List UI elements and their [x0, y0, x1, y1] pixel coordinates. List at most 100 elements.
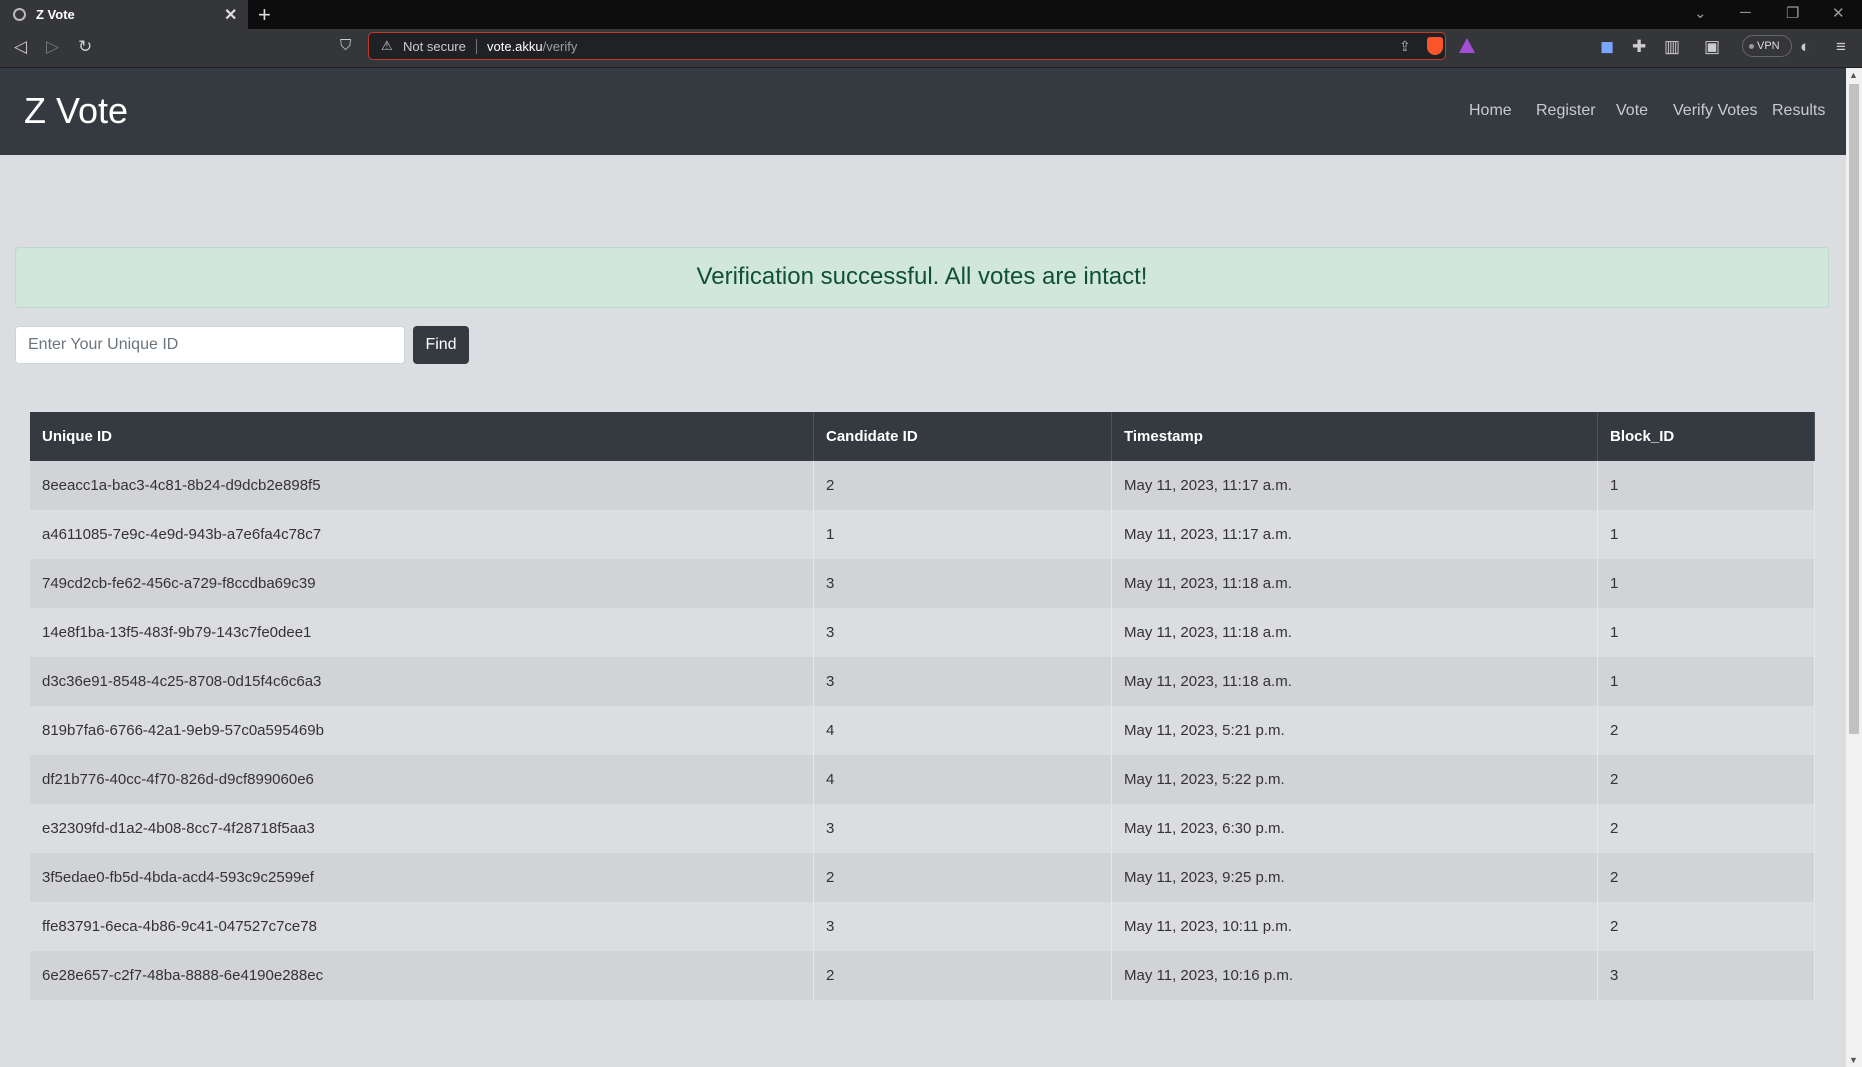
cell-candidate-id: 3: [813, 608, 1112, 657]
back-icon[interactable]: ◁: [14, 37, 27, 57]
cell-block-id: 2: [1597, 804, 1815, 853]
cell-block-id: 2: [1597, 853, 1815, 902]
table-row: e32309fd-d1a2-4b08-8cc7-4f28718f5aa3 3 May…: [30, 804, 1815, 853]
table-row: 6e28e657-c2f7-48ba-8888-6e4190e288ec 2 May…: [30, 951, 1815, 1000]
tab-title: Z Vote: [36, 7, 75, 22]
cell-block-id: 3: [1597, 951, 1815, 1000]
cell-timestamp: May 11, 2023, 6:30 p.m.: [1111, 804, 1598, 853]
find-button[interactable]: Find: [413, 326, 469, 364]
warning-icon[interactable]: ⚠: [381, 38, 393, 54]
url-host: vote.akku: [487, 39, 543, 54]
table-row: 14e8f1ba-13f5-483f-9b79-143c7fe0dee1 3 May…: [30, 608, 1815, 657]
cell-timestamp: May 11, 2023, 11:18 a.m.: [1111, 559, 1598, 608]
scroll-up-icon[interactable]: ▲: [1849, 70, 1858, 80]
nav-home[interactable]: Home: [1469, 102, 1512, 120]
unique-id-input[interactable]: [15, 326, 405, 364]
cell-unique-id: df21b776-40cc-4f70-826d-d9cf899060e6: [30, 755, 814, 804]
cell-timestamp: May 11, 2023, 11:18 a.m.: [1111, 657, 1598, 706]
cell-unique-id: 3f5edae0-fb5d-4bda-acd4-593c9c2599ef: [30, 853, 814, 902]
cell-timestamp: May 11, 2023, 5:21 p.m.: [1111, 706, 1598, 755]
scroll-down-icon[interactable]: ▼: [1849, 1055, 1858, 1065]
cell-timestamp: May 11, 2023, 11:17 a.m.: [1111, 461, 1598, 510]
globe-icon: [13, 8, 26, 21]
cell-candidate-id: 4: [813, 706, 1112, 755]
cell-timestamp: May 11, 2023, 10:16 p.m.: [1111, 951, 1598, 1000]
cell-unique-id: a4611085-7e9c-4e9d-943b-a7e6fa4c78c7: [30, 510, 814, 559]
success-alert: Verification successful. All votes are i…: [15, 247, 1829, 308]
cell-timestamp: May 11, 2023, 9:25 p.m.: [1111, 853, 1598, 902]
cell-unique-id: d3c36e91-8548-4c25-8708-0d15f4c6c6a3: [30, 657, 814, 706]
close-window-icon[interactable]: ✕: [1832, 4, 1845, 22]
extensions-puzzle-icon[interactable]: ✚: [1632, 37, 1646, 57]
brave-shields-icon[interactable]: [1427, 37, 1443, 55]
header-candidate-id: Candidate ID: [813, 412, 1112, 461]
profile-icon[interactable]: ◐: [1800, 37, 1810, 57]
cell-block-id: 1: [1597, 510, 1815, 559]
cell-timestamp: May 11, 2023, 5:22 p.m.: [1111, 755, 1598, 804]
votes-table: Unique ID Candidate ID Timestamp Block_I…: [30, 412, 1815, 1000]
cell-candidate-id: 3: [813, 559, 1112, 608]
cell-block-id: 2: [1597, 755, 1815, 804]
site-navbar: Z Vote Home Register Vote Verify Votes R…: [0, 68, 1846, 155]
vpn-button[interactable]: VPN: [1742, 35, 1792, 57]
tab-search-icon[interactable]: ⌄: [1694, 4, 1707, 22]
security-status[interactable]: Not secure: [403, 39, 466, 54]
forward-icon[interactable]: ▷: [46, 37, 59, 57]
header-block-id: Block_ID: [1597, 412, 1815, 461]
header-unique-id: Unique ID: [30, 412, 814, 461]
cell-candidate-id: 3: [813, 657, 1112, 706]
url-text[interactable]: vote.akku/verify: [487, 39, 577, 54]
wallet-icon[interactable]: ▣: [1704, 37, 1720, 57]
nav-vote[interactable]: Vote: [1616, 102, 1648, 120]
cell-unique-id: 6e28e657-c2f7-48ba-8888-6e4190e288ec: [30, 951, 814, 1000]
address-bar[interactable]: ⚠ Not secure vote.akku/verify ⇪: [368, 32, 1475, 60]
cell-timestamp: May 11, 2023, 10:11 p.m.: [1111, 902, 1598, 951]
browser-tab-bar: Z Vote ✕ + ⌄ ─ ❐ ✕: [0, 0, 1862, 29]
sidebar-icon[interactable]: ▥: [1664, 37, 1680, 57]
cell-block-id: 1: [1597, 657, 1815, 706]
table-row: 3f5edae0-fb5d-4bda-acd4-593c9c2599ef 2 May…: [30, 853, 1815, 902]
url-separator: [476, 39, 477, 54]
cell-candidate-id: 2: [813, 951, 1112, 1000]
site-brand[interactable]: Z Vote: [24, 90, 128, 132]
url-path: /verify: [542, 39, 578, 54]
reload-icon[interactable]: ↻: [78, 37, 92, 57]
table-row: d3c36e91-8548-4c25-8708-0d15f4c6c6a3 3 May…: [30, 657, 1815, 706]
cell-timestamp: May 11, 2023, 11:18 a.m.: [1111, 608, 1598, 657]
cell-unique-id: 8eeacc1a-bac3-4c81-8b24-d9dcb2e898f5: [30, 461, 814, 510]
page-content: Z Vote Home Register Vote Verify Votes R…: [0, 68, 1862, 1067]
bookmark-icon[interactable]: ⛉: [340, 37, 351, 54]
cell-candidate-id: 3: [813, 902, 1112, 951]
cell-candidate-id: 2: [813, 461, 1112, 510]
brave-rewards-icon[interactable]: [1459, 38, 1475, 53]
browser-tab[interactable]: Z Vote ✕: [0, 0, 248, 29]
table-row: 749cd2cb-fe62-456c-a729-f8ccdba69c39 3 May…: [30, 559, 1815, 608]
cell-block-id: 2: [1597, 902, 1815, 951]
cell-unique-id: ffe83791-6eca-4b86-9c41-047527c7ce78: [30, 902, 814, 951]
header-timestamp: Timestamp: [1111, 412, 1598, 461]
cell-block-id: 2: [1597, 706, 1815, 755]
menu-icon[interactable]: ≡: [1836, 37, 1846, 57]
cell-unique-id: e32309fd-d1a2-4b08-8cc7-4f28718f5aa3: [30, 804, 814, 853]
extension-icon[interactable]: ◼: [1600, 37, 1614, 57]
table-row: ffe83791-6eca-4b86-9c41-047527c7ce78 3 May…: [30, 902, 1815, 951]
scrollbar-thumb[interactable]: [1849, 84, 1859, 734]
cell-block-id: 1: [1597, 608, 1815, 657]
nav-results[interactable]: Results: [1772, 102, 1825, 120]
page-scrollbar[interactable]: ▲ ▼: [1846, 68, 1862, 1067]
cell-timestamp: May 11, 2023, 11:17 a.m.: [1111, 510, 1598, 559]
table-header-row: Unique ID Candidate ID Timestamp Block_I…: [30, 412, 1815, 461]
cell-candidate-id: 1: [813, 510, 1112, 559]
new-tab-icon[interactable]: +: [258, 2, 271, 28]
table-row: a4611085-7e9c-4e9d-943b-a7e6fa4c78c7 1 May…: [30, 510, 1815, 559]
restore-icon[interactable]: ❐: [1786, 4, 1799, 22]
table-row: 819b7fa6-6766-42a1-9eb9-57c0a595469b 4 May…: [30, 706, 1815, 755]
cell-unique-id: 749cd2cb-fe62-456c-a729-f8ccdba69c39: [30, 559, 814, 608]
minimize-icon[interactable]: ─: [1740, 4, 1751, 21]
nav-register[interactable]: Register: [1536, 102, 1596, 120]
share-icon[interactable]: ⇪: [1399, 38, 1411, 55]
cell-block-id: 1: [1597, 559, 1815, 608]
nav-verify-votes[interactable]: Verify Votes: [1673, 102, 1758, 120]
close-tab-icon[interactable]: ✕: [224, 5, 237, 25]
table-row: 8eeacc1a-bac3-4c81-8b24-d9dcb2e898f5 2 May…: [30, 461, 1815, 510]
